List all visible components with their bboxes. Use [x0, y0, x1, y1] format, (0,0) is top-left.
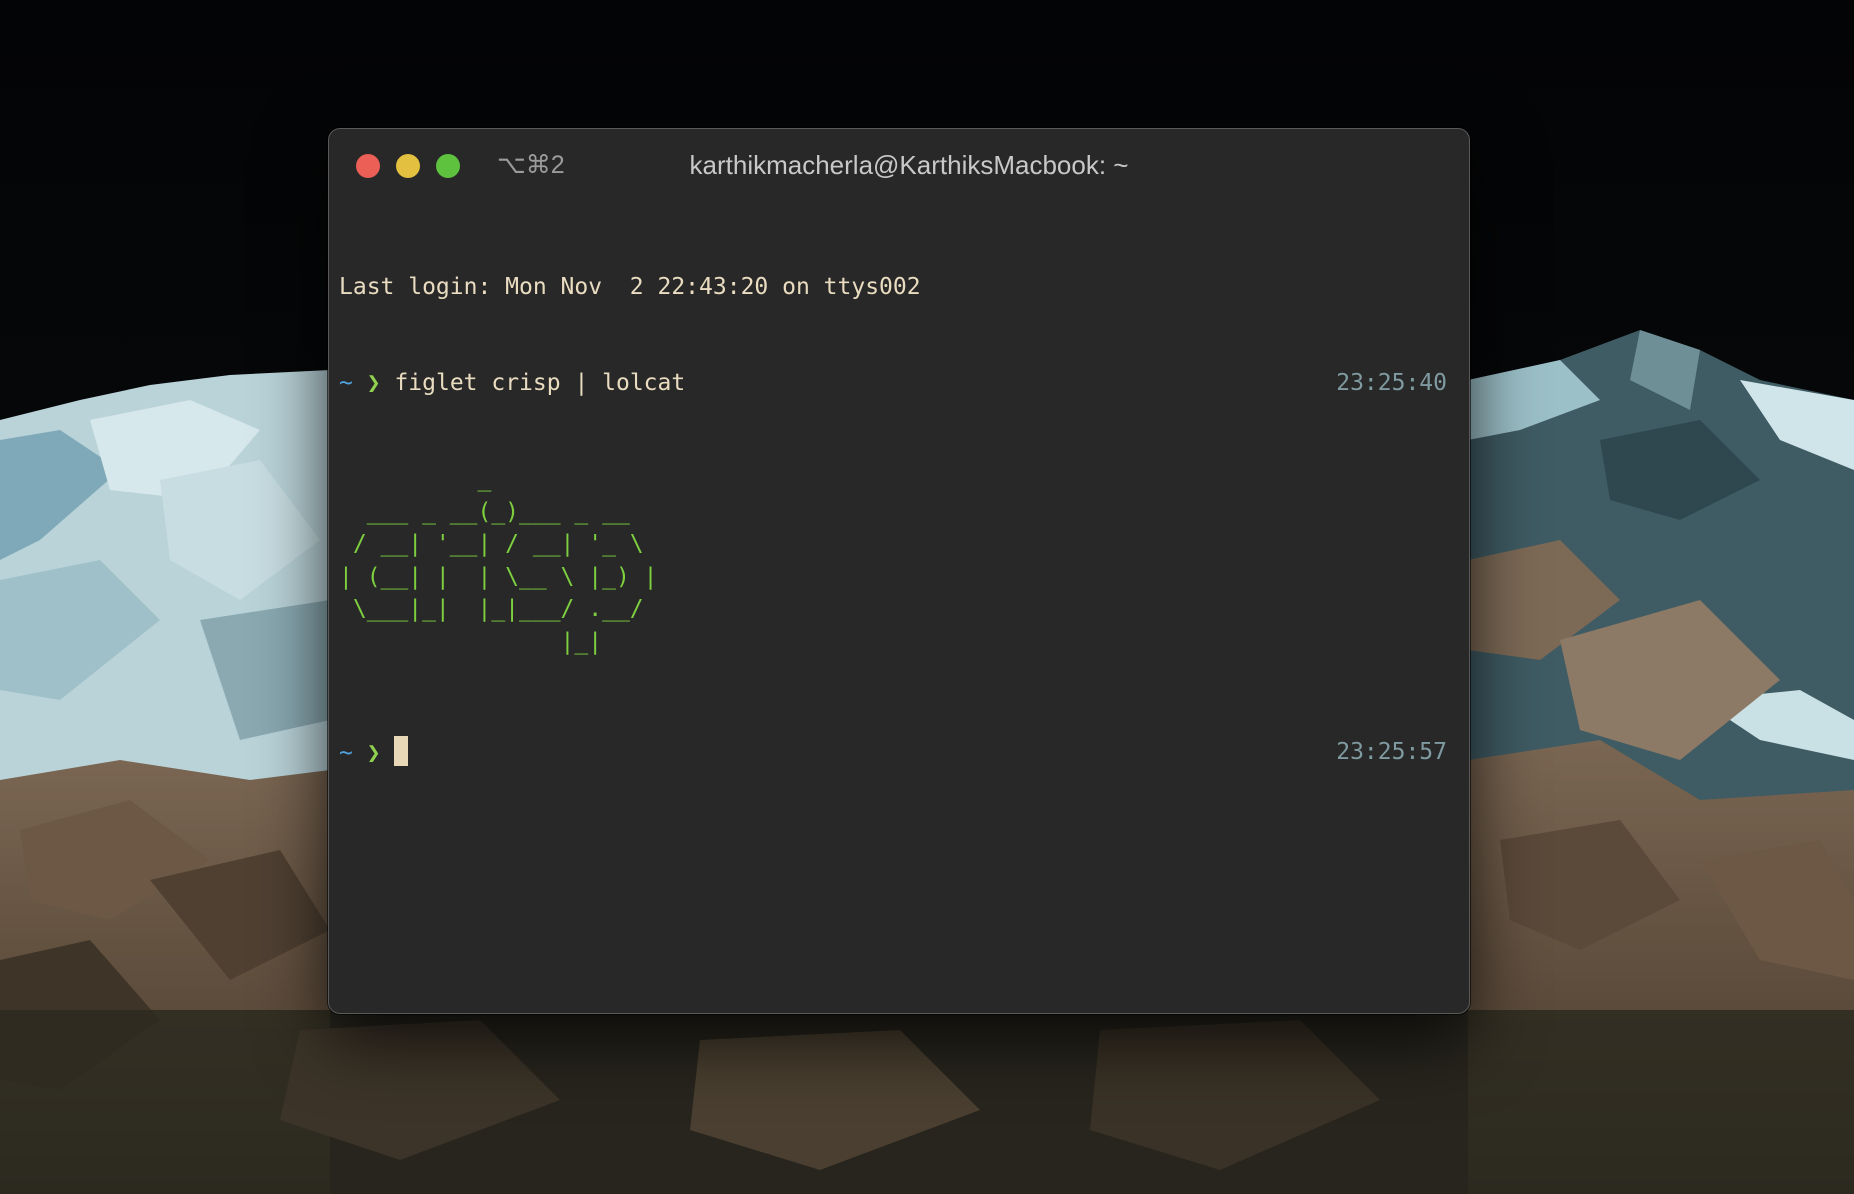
prompt-tilde: ~ — [339, 370, 353, 396]
command-line: ~ ❯ figlet crisp | lolcat 23:25:40 — [339, 367, 1447, 399]
last-login-line: Last login: Mon Nov 2 22:43:20 on ttys00… — [339, 274, 921, 300]
terminal-output[interactable]: Last login: Mon Nov 2 22:43:20 on ttys00… — [339, 207, 1447, 1013]
prompt-arrow: ❯ — [366, 370, 381, 396]
title-bar[interactable]: ⌥⌘2 karthikmacherla@KarthiksMacbook: ~ — [329, 129, 1469, 205]
terminal-window: ⌥⌘2 karthikmacherla@KarthiksMacbook: ~ L… — [328, 128, 1470, 1014]
prompt-tilde: ~ — [339, 740, 353, 766]
text-cursor[interactable] — [394, 736, 409, 766]
prompt-arrow: ❯ — [366, 740, 381, 766]
window-title: karthikmacherla@KarthiksMacbook: ~ — [689, 150, 1129, 180]
active-prompt-line[interactable]: ~ ❯ 23:25:57 — [339, 736, 1447, 768]
command-text: figlet crisp | lolcat — [394, 370, 686, 396]
timestamp: 23:25:40 — [1336, 370, 1447, 396]
figlet-ascii-art: _ ___ _ __(_)___ _ __ / __| '__| / __| '… — [339, 466, 658, 655]
timestamp: 23:25:57 — [1336, 739, 1447, 765]
